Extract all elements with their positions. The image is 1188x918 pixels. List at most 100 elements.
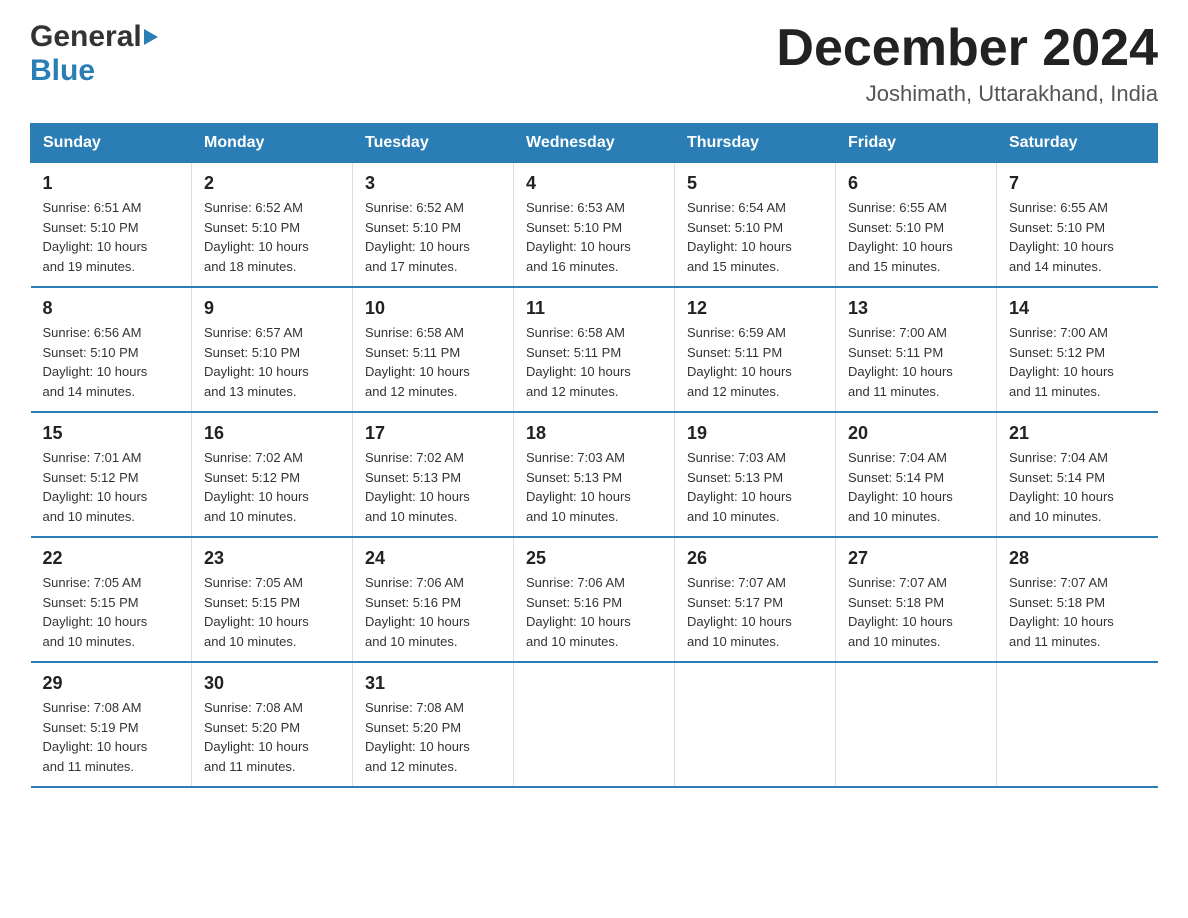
day-info: Sunrise: 7:08 AMSunset: 5:20 PMDaylight:… xyxy=(365,698,501,776)
day-info: Sunrise: 7:07 AMSunset: 5:18 PMDaylight:… xyxy=(848,573,984,651)
day-info: Sunrise: 7:01 AMSunset: 5:12 PMDaylight:… xyxy=(43,448,180,526)
day-info: Sunrise: 7:00 AMSunset: 5:11 PMDaylight:… xyxy=(848,323,984,401)
day-info: Sunrise: 6:55 AMSunset: 5:10 PMDaylight:… xyxy=(1009,198,1146,276)
calendar-cell: 28Sunrise: 7:07 AMSunset: 5:18 PMDayligh… xyxy=(997,537,1158,662)
calendar-cell: 11 Sunrise: 6:58 AMSunset: 5:11 PMDayligh… xyxy=(514,287,675,412)
calendar-cell xyxy=(836,662,997,787)
day-number: 17 xyxy=(365,423,501,444)
day-number: 22 xyxy=(43,548,180,569)
day-number: 26 xyxy=(687,548,823,569)
calendar-header-row: SundayMondayTuesdayWednesdayThursdayFrid… xyxy=(31,124,1158,163)
day-info: Sunrise: 6:58 AMSunset: 5:11 PMDaylight:… xyxy=(365,323,501,401)
calendar-cell xyxy=(675,662,836,787)
calendar-cell: 17 Sunrise: 7:02 AMSunset: 5:13 PMDayligh… xyxy=(353,412,514,537)
day-info: Sunrise: 6:55 AMSunset: 5:10 PMDaylight:… xyxy=(848,198,984,276)
calendar-cell: 2Sunrise: 6:52 AMSunset: 5:10 PMDaylight… xyxy=(192,163,353,288)
day-number: 16 xyxy=(204,423,340,444)
day-info: Sunrise: 6:56 AMSunset: 5:10 PMDaylight:… xyxy=(43,323,180,401)
day-info: Sunrise: 7:08 AMSunset: 5:19 PMDaylight:… xyxy=(43,698,180,776)
day-number: 24 xyxy=(365,548,501,569)
calendar-cell xyxy=(997,662,1158,787)
calendar-cell: 6Sunrise: 6:55 AMSunset: 5:10 PMDaylight… xyxy=(836,163,997,288)
calendar-week-row: 22 Sunrise: 7:05 AMSunset: 5:15 PMDayligh… xyxy=(31,537,1158,662)
day-number: 28 xyxy=(1009,548,1146,569)
calendar-cell: 15 Sunrise: 7:01 AMSunset: 5:12 PMDayligh… xyxy=(31,412,192,537)
day-info: Sunrise: 7:04 AMSunset: 5:14 PMDaylight:… xyxy=(1009,448,1146,526)
day-info: Sunrise: 7:04 AMSunset: 5:14 PMDaylight:… xyxy=(848,448,984,526)
day-number: 4 xyxy=(526,173,662,194)
day-info: Sunrise: 6:51 AMSunset: 5:10 PMDaylight:… xyxy=(43,198,180,276)
calendar-cell: 8 Sunrise: 6:56 AMSunset: 5:10 PMDaylight… xyxy=(31,287,192,412)
day-info: Sunrise: 7:00 AMSunset: 5:12 PMDaylight:… xyxy=(1009,323,1146,401)
page-header: General Blue December 2024 Joshimath, Ut… xyxy=(30,20,1158,107)
calendar-cell: 29 Sunrise: 7:08 AMSunset: 5:19 PMDayligh… xyxy=(31,662,192,787)
calendar-cell: 31 Sunrise: 7:08 AMSunset: 5:20 PMDayligh… xyxy=(353,662,514,787)
calendar-cell: 9Sunrise: 6:57 AMSunset: 5:10 PMDaylight… xyxy=(192,287,353,412)
col-header-wednesday: Wednesday xyxy=(514,124,675,163)
day-info: Sunrise: 7:02 AMSunset: 5:12 PMDaylight:… xyxy=(204,448,340,526)
day-number: 7 xyxy=(1009,173,1146,194)
logo-general-text: General xyxy=(30,20,142,54)
day-info: Sunrise: 6:54 AMSunset: 5:10 PMDaylight:… xyxy=(687,198,823,276)
calendar-cell: 12 Sunrise: 6:59 AMSunset: 5:11 PMDayligh… xyxy=(675,287,836,412)
logo-blue-text: Blue xyxy=(30,54,95,88)
day-number: 18 xyxy=(526,423,662,444)
calendar-week-row: 1 Sunrise: 6:51 AMSunset: 5:10 PMDaylight… xyxy=(31,163,1158,288)
calendar-table: SundayMondayTuesdayWednesdayThursdayFrid… xyxy=(30,123,1158,788)
day-info: Sunrise: 7:05 AMSunset: 5:15 PMDaylight:… xyxy=(204,573,340,651)
day-info: Sunrise: 7:03 AMSunset: 5:13 PMDaylight:… xyxy=(687,448,823,526)
calendar-cell: 22 Sunrise: 7:05 AMSunset: 5:15 PMDayligh… xyxy=(31,537,192,662)
title-block: December 2024 Joshimath, Uttarakhand, In… xyxy=(776,20,1158,107)
calendar-cell: 21Sunrise: 7:04 AMSunset: 5:14 PMDayligh… xyxy=(997,412,1158,537)
calendar-cell: 1 Sunrise: 6:51 AMSunset: 5:10 PMDaylight… xyxy=(31,163,192,288)
day-info: Sunrise: 6:53 AMSunset: 5:10 PMDaylight:… xyxy=(526,198,662,276)
day-number: 13 xyxy=(848,298,984,319)
col-header-friday: Friday xyxy=(836,124,997,163)
day-number: 3 xyxy=(365,173,501,194)
col-header-thursday: Thursday xyxy=(675,124,836,163)
day-number: 27 xyxy=(848,548,984,569)
day-info: Sunrise: 7:06 AMSunset: 5:16 PMDaylight:… xyxy=(526,573,662,651)
day-number: 15 xyxy=(43,423,180,444)
calendar-cell: 30Sunrise: 7:08 AMSunset: 5:20 PMDayligh… xyxy=(192,662,353,787)
day-info: Sunrise: 6:52 AMSunset: 5:10 PMDaylight:… xyxy=(204,198,340,276)
day-number: 12 xyxy=(687,298,823,319)
col-header-sunday: Sunday xyxy=(31,124,192,163)
day-number: 10 xyxy=(365,298,501,319)
logo-arrow-icon xyxy=(144,29,158,45)
day-number: 8 xyxy=(43,298,180,319)
day-info: Sunrise: 7:06 AMSunset: 5:16 PMDaylight:… xyxy=(365,573,501,651)
day-number: 31 xyxy=(365,673,501,694)
day-number: 29 xyxy=(43,673,180,694)
day-number: 1 xyxy=(43,173,180,194)
calendar-cell: 4 Sunrise: 6:53 AMSunset: 5:10 PMDaylight… xyxy=(514,163,675,288)
day-info: Sunrise: 7:08 AMSunset: 5:20 PMDaylight:… xyxy=(204,698,340,776)
calendar-cell: 23 Sunrise: 7:05 AMSunset: 5:15 PMDayligh… xyxy=(192,537,353,662)
calendar-cell: 26Sunrise: 7:07 AMSunset: 5:17 PMDayligh… xyxy=(675,537,836,662)
calendar-cell: 25Sunrise: 7:06 AMSunset: 5:16 PMDayligh… xyxy=(514,537,675,662)
calendar-week-row: 8 Sunrise: 6:56 AMSunset: 5:10 PMDaylight… xyxy=(31,287,1158,412)
logo-general-line: General xyxy=(30,20,158,54)
calendar-cell: 13 Sunrise: 7:00 AMSunset: 5:11 PMDayligh… xyxy=(836,287,997,412)
day-number: 20 xyxy=(848,423,984,444)
day-number: 23 xyxy=(204,548,340,569)
calendar-cell: 5 Sunrise: 6:54 AMSunset: 5:10 PMDaylight… xyxy=(675,163,836,288)
calendar-week-row: 15 Sunrise: 7:01 AMSunset: 5:12 PMDayligh… xyxy=(31,412,1158,537)
day-info: Sunrise: 6:59 AMSunset: 5:11 PMDaylight:… xyxy=(687,323,823,401)
day-number: 19 xyxy=(687,423,823,444)
day-number: 5 xyxy=(687,173,823,194)
location: Joshimath, Uttarakhand, India xyxy=(776,81,1158,107)
day-info: Sunrise: 6:52 AMSunset: 5:10 PMDaylight:… xyxy=(365,198,501,276)
calendar-cell: 27 Sunrise: 7:07 AMSunset: 5:18 PMDayligh… xyxy=(836,537,997,662)
col-header-saturday: Saturday xyxy=(997,124,1158,163)
day-info: Sunrise: 7:05 AMSunset: 5:15 PMDaylight:… xyxy=(43,573,180,651)
day-info: Sunrise: 7:02 AMSunset: 5:13 PMDaylight:… xyxy=(365,448,501,526)
day-number: 9 xyxy=(204,298,340,319)
calendar-cell: 10 Sunrise: 6:58 AMSunset: 5:11 PMDayligh… xyxy=(353,287,514,412)
col-header-monday: Monday xyxy=(192,124,353,163)
day-info: Sunrise: 6:58 AMSunset: 5:11 PMDaylight:… xyxy=(526,323,662,401)
calendar-cell xyxy=(514,662,675,787)
month-title: December 2024 xyxy=(776,20,1158,77)
day-number: 11 xyxy=(526,298,662,319)
calendar-cell: 7 Sunrise: 6:55 AMSunset: 5:10 PMDaylight… xyxy=(997,163,1158,288)
